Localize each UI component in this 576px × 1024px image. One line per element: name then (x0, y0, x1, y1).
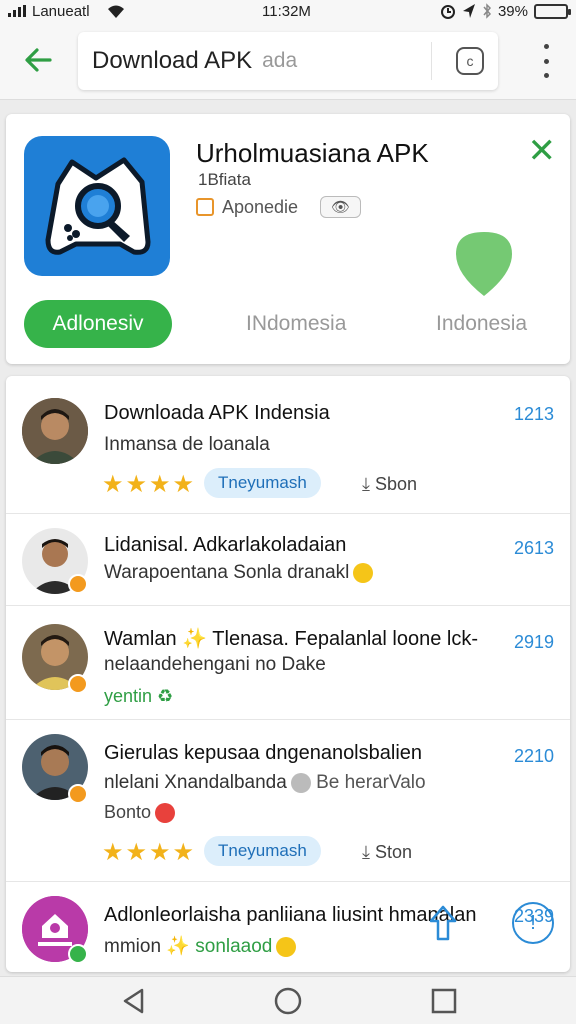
carrier-label: Lanueatl (32, 2, 90, 20)
list-item[interactable]: Wamlan ✨ Tlenasa. Fepalanlal loone lck- … (6, 606, 570, 720)
tab-indonesia[interactable]: Indonesia (436, 312, 527, 336)
sparkle-icon: ✨ (182, 628, 208, 650)
star-rating-icon: ★★★★ (102, 471, 197, 498)
item-number: 2210 (513, 746, 554, 766)
item-title-row: Wamlan ✨ Tlenasa. Fepalanlal loone lck- (104, 626, 478, 651)
location-icon (462, 4, 475, 18)
item-title: Lidanisal. Adkarlakoladaian (104, 534, 347, 556)
close-icon[interactable]: ✕ (528, 134, 557, 168)
signal-icon (8, 5, 26, 17)
tab-indomesia[interactable]: INdomesia (246, 312, 346, 336)
verified-badge-icon (68, 944, 88, 964)
wifi-icon (107, 5, 124, 18)
item-number: 2919 (513, 632, 554, 652)
rating-chip-icon[interactable]: 👁 (320, 196, 362, 218)
nav-home-icon[interactable] (274, 987, 302, 1015)
item-extra: Bonto (104, 802, 152, 822)
list-item[interactable]: Downloada APK Indensia Inmansa de loanal… (6, 376, 570, 514)
search-divider (431, 42, 432, 80)
item-subtitle-row: mmion ✨ sonlaaod (104, 934, 297, 958)
item-meta-text: Ston (374, 842, 413, 862)
list-item[interactable]: Lidanisal. Adkarlakoladaian Warapoentana… (6, 514, 570, 606)
item-extra-row: yentin ♻ (104, 686, 173, 707)
nav-recents-icon[interactable] (430, 987, 458, 1015)
developer-name[interactable]: Aponedie (222, 197, 298, 218)
item-title: Downloada APK Indensia (104, 402, 330, 424)
item-number: 2613 (513, 538, 554, 558)
search-query[interactable]: Download APK (92, 47, 252, 75)
app-subtitle: 1Bfiata (198, 170, 251, 189)
shield-icon[interactable]: c (456, 47, 484, 75)
item-subtitle: mmion (104, 936, 162, 957)
item-title: Adlonleorlaisha panliiana liusint hmanal… (104, 904, 477, 926)
heart-emoji-icon (155, 803, 176, 824)
item-subtitle-rest: Be herarValo (316, 772, 426, 793)
verified-badge-icon (68, 784, 88, 804)
search-placeholder: ada (262, 49, 298, 72)
app-card: Urholmuasiana APK 1Bfiata Aponedie 👁 ✕ A… (6, 114, 570, 364)
battery-icon (534, 3, 571, 19)
smile-emoji-icon (276, 936, 297, 957)
item-subtitle: nelaandehengani no Dake (104, 654, 326, 675)
list-item[interactable]: Adlonleorlaisha panliiana liusint hmanal… (6, 882, 570, 972)
developer-icon (196, 198, 214, 216)
more-options-icon[interactable] (540, 44, 552, 78)
info-icon[interactable]: ! (512, 902, 554, 944)
install-button[interactable]: Adlonesiv (24, 300, 172, 348)
avatar (22, 398, 88, 464)
app-title: Urholmuasiana APK (196, 138, 429, 168)
item-subtitle: nlelani Xnandalbanda (104, 772, 287, 793)
recycle-icon: ♻ (157, 686, 174, 706)
review-list: Downloada APK Indensia Inmansa de loanal… (6, 376, 570, 972)
smile-emoji-icon (353, 562, 374, 583)
alarm-icon (440, 5, 455, 19)
tag-chip[interactable]: Tneyumash (204, 468, 321, 498)
system-nav-bar (0, 976, 576, 1024)
item-subtitle-row: nlelani Xnandalbanda Be herarValo (104, 772, 426, 794)
upload-arrow-icon[interactable] (428, 904, 458, 942)
nav-back-icon[interactable] (120, 987, 148, 1015)
verified-badge-icon (68, 574, 88, 594)
download-icon: ⤓ (362, 474, 370, 494)
back-arrow-icon[interactable] (18, 40, 58, 80)
item-subtitle: Inmansa de loanala (104, 434, 270, 455)
search-bar[interactable]: Download APK ada c (78, 32, 498, 90)
item-meta: ⤓ Ston (362, 842, 412, 863)
star-rating-icon: ★★★★ (102, 839, 197, 866)
top-app-bar: Download APK ada c (0, 22, 576, 100)
download-icon: ⤓ (362, 842, 370, 862)
item-number: 1213 (513, 404, 554, 424)
sparkle-icon: ✨ (166, 936, 190, 957)
list-item[interactable]: Gierulas kepusaa dngenanolsbalien nlelan… (6, 720, 570, 882)
item-meta-text: Sbon (374, 474, 418, 494)
item-extra: yentin (104, 686, 153, 706)
status-bar: Lanueatl 11:32M 39% (0, 0, 576, 22)
verified-badge-icon (68, 674, 88, 694)
item-title: Gierulas kepusaa dngenanolsbalien (104, 742, 423, 764)
item-title-rest: Tlenasa. Fepalanlal loone lck- (212, 628, 478, 650)
leaf-icon (456, 232, 512, 296)
battery-percent: 39% (497, 2, 528, 20)
clock: 11:32M (262, 2, 311, 20)
item-subtitle-row: Warapoentana Sonla dranakl (104, 562, 374, 584)
item-extra-row: Bonto (104, 802, 176, 824)
tag-chip[interactable]: Tneyumash (204, 836, 321, 866)
face-emoji-icon (290, 772, 311, 793)
item-title: Wamlan (104, 628, 177, 650)
item-subtitle-rest: sonlaaod (195, 936, 273, 957)
app-developer: Aponedie 👁 (196, 196, 362, 218)
item-subtitle: Warapoentana Sonla dranakl (104, 562, 350, 583)
bluetooth-icon (483, 3, 491, 19)
item-meta: ⤓ Sbon (362, 474, 417, 495)
app-logo-icon (24, 136, 170, 276)
